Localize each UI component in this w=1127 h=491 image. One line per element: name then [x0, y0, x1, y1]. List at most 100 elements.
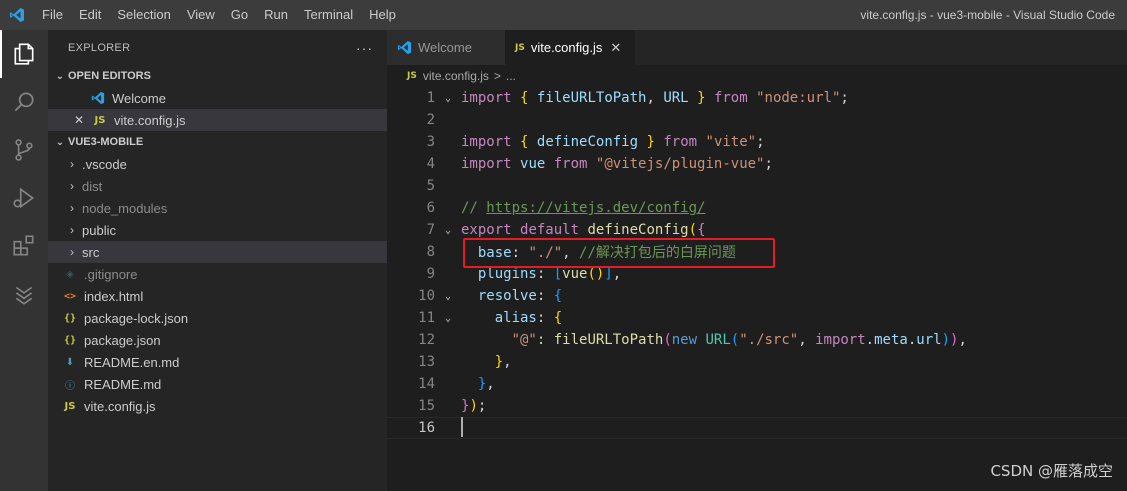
open-editor-vite-config[interactable]: ✕ JS vite.config.js [48, 109, 387, 131]
tree-file-readme-en[interactable]: ⬇ README.en.md [48, 351, 387, 373]
tree-item-label: README.md [84, 376, 162, 392]
code-text: import { defineConfig } from "vite"; [461, 134, 765, 150]
tree-item-label: .vscode [82, 156, 127, 172]
js-file-icon: JS [515, 42, 525, 53]
extensions-icon[interactable] [0, 222, 48, 270]
menu-terminal[interactable]: Terminal [296, 0, 361, 30]
annotation-highlight-box [463, 238, 775, 268]
explorer-header: EXPLORER ··· [48, 30, 387, 65]
run-debug-icon[interactable] [0, 174, 48, 222]
tree-item-label: .gitignore [84, 266, 138, 282]
vscode-icon [397, 40, 412, 55]
code-line-current: 16 [387, 417, 1127, 439]
line-number: 3 [426, 134, 435, 150]
chevron-right-icon: › [70, 245, 74, 259]
open-editors-section[interactable]: ⌄ OPEN EDITORS [48, 65, 387, 87]
menu-view[interactable]: View [179, 0, 223, 30]
tree-item-label: README.en.md [84, 354, 180, 370]
tab-label: Welcome [418, 40, 472, 55]
vscode-logo-icon [0, 0, 34, 30]
breadcrumb-more[interactable]: ... [506, 69, 516, 83]
close-icon[interactable]: ✕ [610, 40, 621, 56]
source-control-icon[interactable] [0, 126, 48, 174]
line-number: 7 [426, 222, 435, 238]
code-text: }); [461, 398, 487, 414]
tree-folder-dist[interactable]: › dist [48, 175, 387, 197]
menu-selection[interactable]: Selection [109, 0, 178, 30]
tree-item-label: node_modules [82, 200, 168, 216]
tree-folder-public[interactable]: › public [48, 219, 387, 241]
tree-file-readme[interactable]: ⓘ README.md [48, 373, 387, 395]
line-number: 14 [418, 376, 435, 392]
tree-file-gitignore[interactable]: ◈ .gitignore [48, 263, 387, 285]
code-text: }, [494, 354, 512, 370]
code-line: 2 [387, 109, 1127, 131]
chevron-right-icon: › [70, 201, 74, 215]
menu-help[interactable]: Help [361, 0, 404, 30]
json-file-icon: {} [63, 334, 77, 346]
code-line: 11 ⌄ alias: { [387, 307, 1127, 329]
open-editor-label: vite.config.js [114, 112, 186, 128]
tree-folder-vscode[interactable]: › .vscode [48, 153, 387, 175]
editor-tabs: Welcome JS vite.config.js ✕ [387, 30, 1127, 65]
tree-file-vite-config[interactable]: JS vite.config.js [48, 395, 387, 417]
line-number: 12 [418, 332, 435, 348]
fold-icon: ⌄ [444, 290, 452, 302]
menu-edit[interactable]: Edit [71, 0, 109, 30]
menu-go[interactable]: Go [223, 0, 256, 30]
chevron-right-icon: › [70, 223, 74, 237]
info-md-icon: ⓘ [65, 380, 75, 392]
code-text: "@": fileURLToPath(new URL("./src", impo… [511, 332, 967, 348]
project-section[interactable]: ⌄ VUE3-MOBILE [48, 131, 387, 153]
search-icon[interactable] [0, 78, 48, 126]
code-line: 3 import { defineConfig } from "vite"; [387, 131, 1127, 153]
code-line: 1 ⌄ import { fileURLToPath, URL } from "no… [387, 87, 1127, 109]
code-line: 5 [387, 175, 1127, 197]
remote-explorer-icon[interactable] [0, 270, 48, 318]
tab-welcome[interactable]: Welcome [387, 30, 505, 65]
line-number: 5 [426, 178, 435, 194]
text-cursor [461, 417, 463, 437]
tree-folder-src[interactable]: › src [48, 241, 387, 263]
tree-item-label: package.json [84, 332, 161, 348]
code-text: resolve: { [477, 288, 563, 304]
line-number: 15 [418, 398, 435, 414]
chevron-down-icon: ⌄ [55, 70, 65, 82]
code-text: alias: { [494, 310, 563, 326]
menu-run[interactable]: Run [256, 0, 296, 30]
chevron-down-icon: ⌄ [55, 136, 65, 148]
close-icon[interactable]: ✕ [74, 113, 90, 127]
more-actions-icon[interactable]: ··· [356, 40, 373, 56]
open-editors-label: OPEN EDITORS [68, 70, 151, 82]
tree-file-index-html[interactable]: <> index.html [48, 285, 387, 307]
tree-item-label: index.html [84, 288, 144, 304]
menu-bar: File Edit Selection View Go Run Terminal… [34, 0, 404, 30]
code-line: 6 // https://vitejs.dev/config/ [387, 197, 1127, 219]
tab-vite-config[interactable]: JS vite.config.js ✕ [505, 30, 635, 65]
line-number: 8 [426, 244, 435, 260]
tree-folder-node-modules[interactable]: › node_modules [48, 197, 387, 219]
code-text: }, [477, 376, 495, 392]
tree-item-label: src [82, 244, 100, 260]
fold-icon: ⌄ [444, 92, 452, 104]
tree-file-package-lock[interactable]: {} package-lock.json [48, 307, 387, 329]
menu-file[interactable]: File [34, 0, 71, 30]
chevron-right-icon: › [70, 179, 74, 193]
tree-item-label: vite.config.js [84, 398, 156, 414]
code-line: 13 }, [387, 351, 1127, 373]
line-number: 4 [426, 156, 435, 172]
explorer-icon[interactable] [0, 30, 48, 78]
open-editor-welcome[interactable]: Welcome [48, 87, 387, 109]
code-line: 14 }, [387, 373, 1127, 395]
tree-file-package-json[interactable]: {} package.json [48, 329, 387, 351]
code-text: import { fileURLToPath, URL } from "node… [461, 90, 849, 106]
tab-label: vite.config.js [530, 40, 603, 55]
code-line: 4 import vue from "@vitejs/plugin-vue"; [387, 153, 1127, 175]
activity-bar [0, 30, 48, 491]
breadcrumb: JS vite.config.js > ... [387, 65, 1127, 87]
chevron-right-icon: › [70, 157, 74, 171]
line-number: 13 [418, 354, 435, 370]
js-file-icon: JS [407, 71, 417, 81]
breadcrumb-file[interactable]: vite.config.js [423, 69, 489, 83]
line-number: 11 [418, 310, 435, 326]
